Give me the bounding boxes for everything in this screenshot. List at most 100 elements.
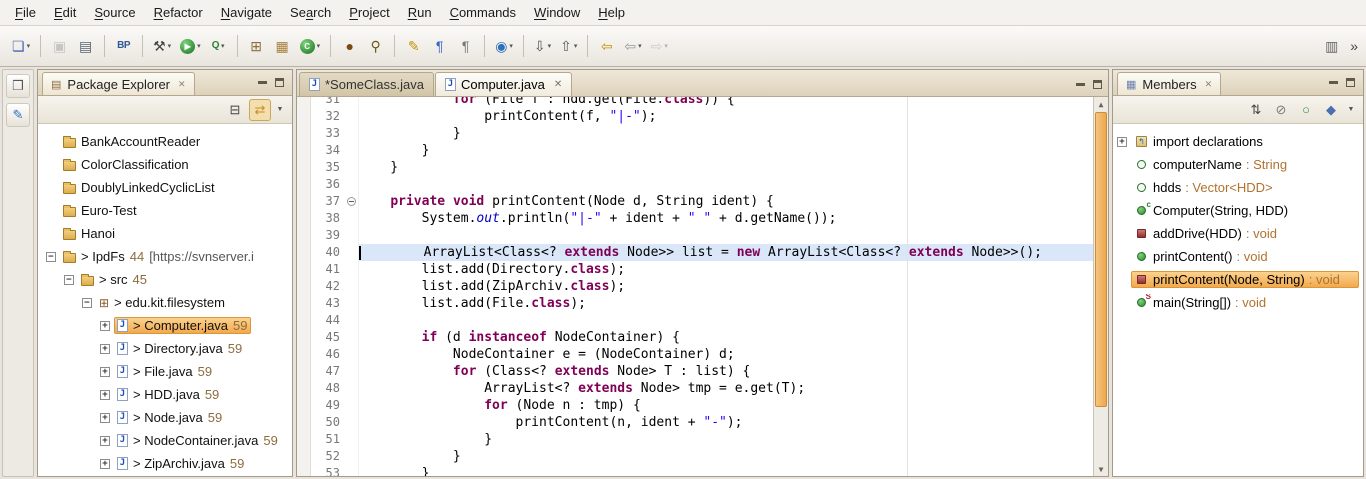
code-line-49[interactable]: for (Node n : tmp) { [359, 397, 1093, 414]
code-line-52[interactable]: } [359, 448, 1093, 465]
menu-file[interactable]: File [6, 0, 45, 25]
member-item[interactable]: Smain(String[]): void [1113, 291, 1363, 314]
view-menu-button[interactable]: ▼ [274, 99, 286, 121]
dropdown-arrow-icon[interactable]: ▾ [664, 42, 668, 50]
dropdown-arrow-icon[interactable]: ▾ [509, 42, 513, 50]
tree-item[interactable]: +J> HDD.java59 [38, 383, 292, 406]
tree-item[interactable]: −> src45 [38, 268, 292, 291]
view-menu-button[interactable]: ▼ [1345, 99, 1357, 121]
dropdown-arrow-icon[interactable]: ▾ [638, 42, 642, 50]
tree-item[interactable]: Euro-Test [38, 199, 292, 222]
forward-button[interactable]: ⇨▾ [647, 33, 672, 59]
editor-presentation-button[interactable]: ▥ [1319, 33, 1344, 59]
minimize-icon[interactable] [1076, 83, 1085, 86]
maximize-icon[interactable] [1346, 78, 1355, 87]
expand-box-icon[interactable]: + [100, 436, 110, 446]
editor-tab-someclassjava[interactable]: J*SomeClass.java [299, 72, 434, 96]
maximize-icon[interactable] [275, 78, 284, 87]
tree-item[interactable]: +J> NodeContainer.java59 [38, 429, 292, 452]
code-line-50[interactable]: printContent(n, ident + "-"); [359, 414, 1093, 431]
collapse-box-icon[interactable]: − [46, 252, 56, 262]
code-line-36[interactable] [359, 176, 1093, 193]
code-line-40[interactable]: ArrayList<Class<? extends Node>> list = … [359, 244, 1093, 261]
expand-box-icon[interactable]: + [1117, 137, 1127, 147]
toolbar-overflow-chevron[interactable]: » [1350, 38, 1358, 54]
menu-edit[interactable]: Edit [45, 0, 85, 25]
menu-run[interactable]: Run [399, 0, 441, 25]
new-wizard-button[interactable]: ❏▾ [8, 33, 34, 59]
editor-tab-computerjava[interactable]: JComputer.java✕ [435, 72, 572, 96]
back-button[interactable]: ⇦▾ [620, 33, 645, 59]
tree-item[interactable]: Hanoi [38, 222, 292, 245]
code-line-43[interactable]: list.add(File.class); [359, 295, 1093, 312]
external-tools-button[interactable]: ⚒▾ [149, 33, 175, 59]
show-whitespace-button[interactable]: ¶ [453, 33, 478, 59]
code-line-47[interactable]: for (Class<? extends Node> T : list) { [359, 363, 1093, 380]
menu-navigate[interactable]: Navigate [212, 0, 281, 25]
coverage-button[interactable]: Q▾ [206, 33, 231, 59]
menu-refactor[interactable]: Refactor [145, 0, 212, 25]
search-button[interactable]: ⚲ [363, 33, 388, 59]
mark-occurrences-button[interactable]: ✎ [401, 33, 426, 59]
menu-help[interactable]: Help [589, 0, 634, 25]
open-browser-button[interactable]: ◉▾ [491, 33, 517, 59]
code-line-46[interactable]: NodeContainer e = (NodeContainer) d; [359, 346, 1093, 363]
tree-item[interactable]: +J> ZipArchiv.java59 [38, 452, 292, 475]
sort-members-button[interactable]: ⇅ [1245, 99, 1267, 121]
open-element-button[interactable]: ● [337, 33, 362, 59]
show-selected-element-button[interactable]: ¶ [427, 33, 452, 59]
breakpoints-button[interactable]: BP [111, 33, 136, 59]
link-with-editor-button[interactable]: ⇄ [249, 99, 271, 121]
member-item[interactable]: cComputer(String, HDD) [1113, 199, 1363, 222]
code-line-32[interactable]: printContent(f, "|-"); [359, 108, 1093, 125]
vertical-scrollbar[interactable]: ▲ ▼ [1093, 97, 1108, 476]
dropdown-arrow-icon[interactable]: ▾ [221, 42, 225, 50]
code-line-41[interactable]: list.add(Directory.class); [359, 261, 1093, 278]
menu-source[interactable]: Source [85, 0, 144, 25]
members-view-tab[interactable]: ▦ Members ✕ [1117, 72, 1221, 95]
expand-box-icon[interactable]: + [100, 413, 110, 423]
hide-non-public-button[interactable]: ◆ [1320, 99, 1342, 121]
tree-item[interactable]: +J> Computer.java59 [38, 314, 292, 337]
collapse-box-icon[interactable]: − [64, 275, 74, 285]
tree-item[interactable]: −> IpdFs44[https://svnserver.i [38, 245, 292, 268]
code-line-39[interactable] [359, 227, 1093, 244]
close-icon[interactable]: ✕ [178, 79, 186, 90]
expand-box-icon[interactable]: + [100, 321, 110, 331]
code-line-35[interactable]: } [359, 159, 1093, 176]
scrollbar-thumb[interactable] [1095, 112, 1107, 407]
menu-search[interactable]: Search [281, 0, 340, 25]
run-button[interactable]: ▶▾ [176, 33, 205, 59]
dropdown-arrow-icon[interactable]: ▾ [27, 42, 31, 50]
hide-fields-button[interactable]: ⊘ [1270, 99, 1292, 121]
next-annotation-button[interactable]: ⇩▾ [530, 33, 555, 59]
close-icon[interactable]: ✕ [1205, 79, 1213, 90]
code-line-31[interactable]: for (File f : hdd.get(File.class)) { [359, 97, 1093, 108]
expand-box-icon[interactable]: + [100, 344, 110, 354]
collapse-box-icon[interactable]: − [82, 298, 92, 308]
previous-annotation-button[interactable]: ⇧▾ [556, 33, 581, 59]
last-edit-location-button[interactable]: ⇦ [594, 33, 619, 59]
code-line-34[interactable]: } [359, 142, 1093, 159]
collapse-all-button[interactable]: ⊟ [224, 99, 246, 121]
hide-static-button[interactable]: ○ [1295, 99, 1317, 121]
code-line-53[interactable]: } [359, 465, 1093, 476]
new-java-project-button[interactable]: ⊞ [244, 33, 269, 59]
code-line-37[interactable]: private void printContent(Node d, String… [359, 193, 1093, 210]
member-item[interactable]: printContent(): void [1113, 245, 1363, 268]
expand-box-icon[interactable]: + [100, 390, 110, 400]
dropdown-arrow-icon[interactable]: ▾ [168, 42, 172, 50]
scroll-down-arrow[interactable]: ▼ [1094, 462, 1108, 476]
tree-item[interactable]: ColorClassification [38, 153, 292, 176]
expand-box-icon[interactable]: + [100, 367, 110, 377]
expand-box-icon[interactable]: + [100, 459, 110, 469]
code-line-42[interactable]: list.add(ZipArchiv.class); [359, 278, 1093, 295]
menu-window[interactable]: Window [525, 0, 589, 25]
tab-close-icon[interactable]: ✕ [554, 79, 562, 90]
print-button[interactable]: ▤ [73, 33, 98, 59]
scroll-up-arrow[interactable]: ▲ [1094, 97, 1108, 111]
code-line-51[interactable]: } [359, 431, 1093, 448]
fold-collapse-icon[interactable] [347, 197, 356, 206]
code-line-33[interactable]: } [359, 125, 1093, 142]
dropdown-arrow-icon[interactable]: ▾ [548, 42, 552, 50]
